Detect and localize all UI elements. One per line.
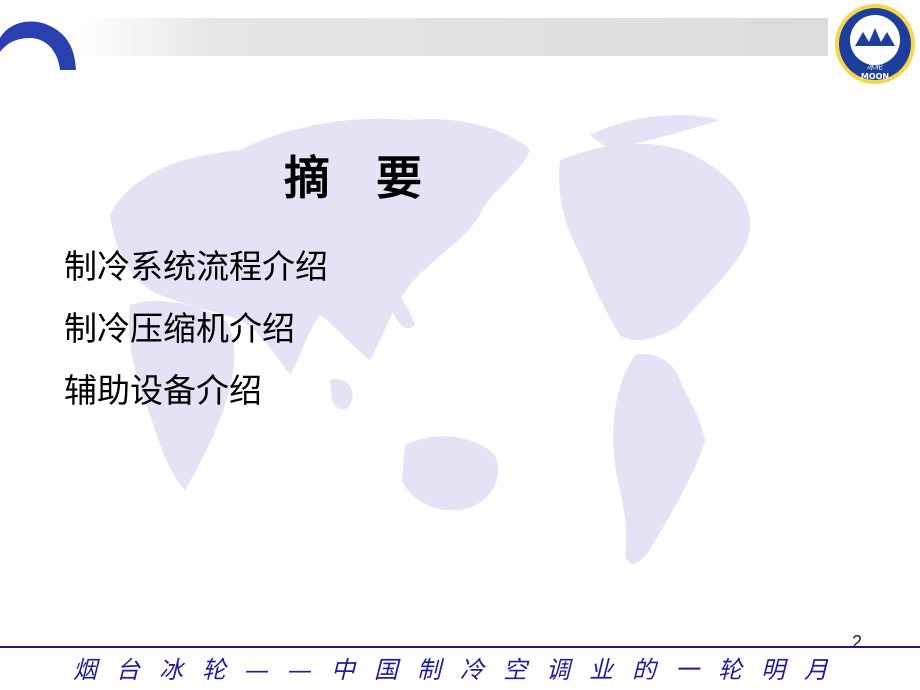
agenda-item-auxiliary-equipment: 辅助设备介绍 [64, 371, 262, 410]
logo-text-bottom: MOON [861, 72, 889, 81]
header-bar [78, 18, 828, 56]
agenda-item-compressor: 制冷压缩机介绍 [64, 309, 295, 348]
footer-slogan: 烟台冰轮——中国制冷空调业的一轮明月 [73, 656, 847, 684]
corner-arc-icon [0, 21, 76, 70]
logo-text-top: 冰轮 [867, 61, 883, 71]
footer-divider [0, 646, 920, 648]
agenda-list: 制冷系统流程介绍 制冷压缩机介绍 辅助设备介绍 [64, 236, 328, 422]
moon-logo-icon: 冰轮 MOON [835, 4, 915, 84]
slide-title: 摘 要 [284, 151, 422, 205]
agenda-item-refrigeration-system: 制冷系统流程介绍 [64, 247, 328, 286]
